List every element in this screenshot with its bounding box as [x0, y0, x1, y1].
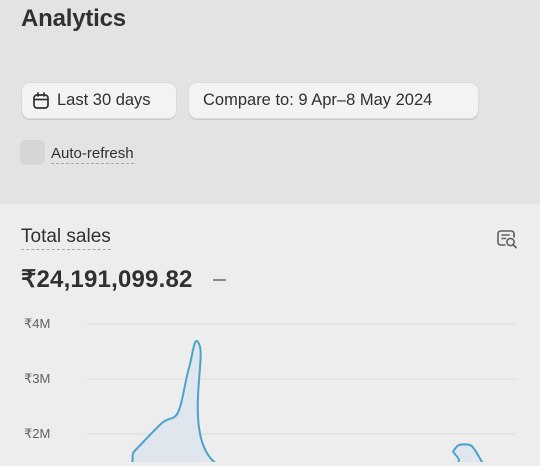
date-range-label: Last 30 days — [57, 91, 151, 109]
comparison-placeholder — [213, 279, 226, 281]
auto-refresh-checkbox[interactable] — [20, 140, 45, 165]
page-title: Analytics — [21, 5, 126, 32]
auto-refresh-label[interactable]: Auto-refresh — [51, 145, 134, 164]
date-range-button[interactable]: Last 30 days — [21, 82, 177, 119]
series-area — [132, 340, 483, 462]
card-title[interactable]: Total sales — [21, 226, 111, 250]
series-line — [130, 339, 484, 462]
explore-data-icon[interactable] — [496, 228, 518, 250]
compare-to-label: Compare to: 9 Apr–8 May 2024 — [203, 91, 433, 109]
calendar-icon — [33, 91, 49, 109]
compare-to-button[interactable]: Compare to: 9 Apr–8 May 2024 — [188, 82, 479, 119]
total-sales-value: ₹24,191,099.82 — [21, 266, 193, 293]
sales-line-chart — [87, 323, 515, 462]
